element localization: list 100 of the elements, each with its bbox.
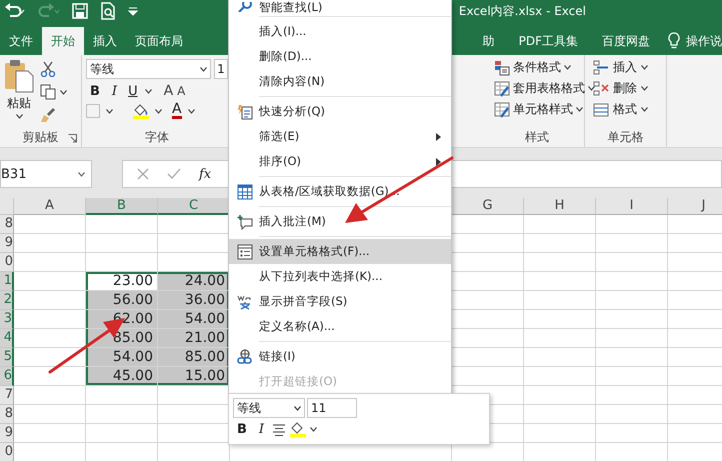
font-color-button[interactable]: A [172,103,182,119]
menu-item[interactable]: 显示拼音字段(S) [229,289,451,314]
styles-menu-button[interactable]: 单元格样式 [513,101,573,118]
cells-menu-button[interactable]: 格式 [613,101,637,118]
column-header[interactable]: H [524,198,596,215]
delete-cells-icon[interactable] [593,80,609,96]
font-size-field[interactable]: 11 [307,398,357,418]
ribbon-tab[interactable]: 百度网盘 [590,27,662,55]
table-style-icon[interactable] [494,80,510,96]
row-header[interactable]: 6 [0,367,14,386]
menu-item[interactable]: 从下拉列表中选择(K)... [229,264,451,289]
menu-item[interactable]: 定义名称(A)... [229,314,451,339]
styles-menu-button[interactable]: 套用表格格式 [513,80,585,97]
format-icon[interactable] [593,102,609,118]
customize-icon[interactable] [128,6,138,16]
font-name-dropdown[interactable]: 等线 [233,398,305,418]
fill-color-icon[interactable] [133,103,149,119]
clipboard-paste-icon[interactable] [4,59,34,93]
menu-item[interactable]: 删除(D)... [229,44,451,69]
table-style-icon[interactable] [494,102,510,118]
menu-item[interactable]: 链接(I) [229,344,451,369]
paint-bucket-icon [133,103,149,116]
caret-icon[interactable] [641,107,648,112]
caret-icon[interactable] [200,66,208,72]
menu-item[interactable]: 排序(O) [229,149,451,174]
caret-icon[interactable] [294,406,301,410]
row-header[interactable]: 9 [0,234,14,253]
row-header[interactable]: 0 [0,443,14,461]
menu-item[interactable]: 快速分析(Q) [229,99,451,124]
copy-icon[interactable] [40,84,56,100]
row-header[interactable]: 3 [0,310,14,329]
row-header[interactable]: 8 [0,405,14,424]
caret-icon[interactable] [576,107,583,112]
cells-menu-button[interactable]: 插入 [613,59,637,76]
row-header[interactable]: 5 [0,348,14,367]
align-center-icon[interactable] [272,424,286,436]
cells-menu-button[interactable]: 删除 [613,80,637,97]
row-header[interactable]: 0 [0,253,14,272]
caret-icon[interactable] [16,114,22,119]
increase-font-button[interactable]: A [164,83,174,99]
column-header[interactable]: A [14,198,86,215]
bold-button[interactable]: B [86,84,104,98]
column-header[interactable]: B [86,198,158,215]
dialog-launcher-icon[interactable] [68,134,77,143]
column-header[interactable]: G [452,198,524,215]
name-box[interactable]: B31 [0,160,92,188]
italic-button[interactable]: I [254,422,268,437]
menu-item[interactable]: 筛选(E) [229,124,451,149]
caret-icon[interactable] [588,86,595,91]
row-header[interactable]: 4 [0,329,14,348]
ribbon-tab[interactable]: 页面布局 [126,27,192,55]
menu-item[interactable]: 插入批注(M) [229,209,451,234]
font-name-dropdown[interactable]: 等线 [86,59,212,79]
caret-icon[interactable] [641,86,648,91]
ribbon-tab[interactable]: 助 [470,27,507,55]
tell-me-search[interactable]: 操作说 [686,32,722,50]
paste-button[interactable]: 粘贴 [7,95,31,112]
print-preview-icon[interactable] [100,2,116,20]
styles-menu-button[interactable]: 条件格式 [513,59,561,76]
menu-item[interactable]: 智能查找(L) [229,0,451,14]
format-painter-icon[interactable] [40,107,56,123]
enter-check-icon[interactable] [167,168,181,180]
ribbon-tab[interactable]: 文件 [0,27,42,55]
column-header[interactable]: C [158,198,230,215]
row-header[interactable]: 2 [0,291,14,310]
caret-icon[interactable] [155,108,162,114]
row-header[interactable]: 9 [0,424,14,443]
caret-icon[interactable] [641,65,648,70]
caret-icon[interactable] [106,108,113,114]
insert-cells-icon[interactable] [593,60,609,76]
caret-icon[interactable] [60,90,67,94]
conditional-format-icon[interactable] [494,60,510,76]
row-header[interactable]: 8 [0,215,14,234]
caret-icon[interactable] [310,427,318,432]
fill-color-icon[interactable] [290,422,306,437]
caret-icon[interactable] [188,108,195,114]
decrease-font-button[interactable]: A [177,84,186,98]
bold-button[interactable]: B [233,422,251,437]
ribbon-tab[interactable]: 开始 [42,27,84,55]
caret-icon[interactable] [78,172,85,176]
undo-icon[interactable] [4,3,26,19]
borders-icon[interactable] [86,104,100,118]
column-header[interactable]: J [668,198,722,215]
ribbon-tab[interactable]: 插入 [84,27,126,55]
insert-function-button[interactable]: fx [199,166,212,182]
save-icon[interactable] [72,3,88,19]
caret-icon[interactable] [564,65,571,70]
ribbon-tab[interactable]: PDF工具集 [506,27,590,55]
scissors-icon[interactable] [40,61,56,77]
column-header[interactable]: I [596,198,668,215]
underline-button[interactable]: U [125,84,141,98]
italic-button[interactable]: I [108,84,122,98]
row-header[interactable]: 1 [0,272,14,291]
menu-item[interactable]: 清除内容(N) [229,69,451,94]
row-header[interactable]: 7 [0,386,14,405]
menu-item[interactable]: 设置单元格格式(F)... [229,239,451,264]
font-size-field[interactable]: 1 [214,59,228,79]
lightbulb-icon[interactable] [668,32,680,50]
menu-item[interactable]: 插入(I)... [229,19,451,44]
caret-icon[interactable] [144,88,152,94]
